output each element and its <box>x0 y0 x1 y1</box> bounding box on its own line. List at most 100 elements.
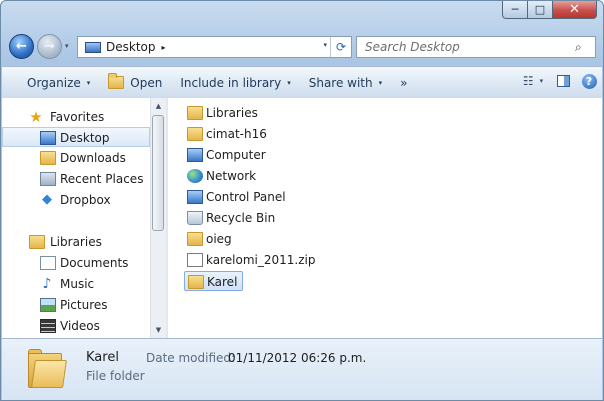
sidebar-libraries-header[interactable]: Libraries <box>2 232 150 252</box>
file-list: Libraries cimat-h16 Computer Network Con… <box>168 98 602 338</box>
sidebar-item-videos[interactable]: Videos <box>2 316 150 336</box>
search-icon[interactable]: ⌕ <box>575 40 589 54</box>
sidebar-item-documents[interactable]: Documents <box>2 253 150 273</box>
file-label: Control Panel <box>206 190 286 204</box>
sidebar-item-dropbox[interactable]: ◆ Dropbox <box>2 190 150 210</box>
sidebar-item-label: Downloads <box>60 151 126 165</box>
folder-icon <box>188 275 204 289</box>
details-pane: Karel File folder Date modified: 01/11/2… <box>2 338 602 400</box>
refresh-button[interactable]: ⟳ <box>330 37 351 57</box>
file-label: cimat-h16 <box>206 127 267 141</box>
details-modified-label: Date modified: <box>146 351 236 365</box>
scroll-down-button[interactable]: ▼ <box>151 322 166 338</box>
file-item-network[interactable]: Network <box>184 166 259 186</box>
views-icon: ☷ <box>522 74 534 88</box>
sidebar-item-downloads[interactable]: Downloads <box>2 148 150 168</box>
pictures-icon <box>40 298 56 312</box>
sidebar-favorites-header[interactable]: ★ Favorites <box>2 107 150 127</box>
folder-open-icon <box>108 73 125 89</box>
computer-icon <box>187 148 203 162</box>
command-toolbar: Organize ▾ Open Include in library ▾ Sha… <box>2 66 602 99</box>
chevron-down-icon: ▾ <box>287 78 291 87</box>
address-location[interactable]: Desktop <box>106 40 156 54</box>
file-label: Karel <box>207 275 238 289</box>
file-item-karel[interactable]: Karel <box>184 271 243 291</box>
libraries-icon <box>187 106 203 120</box>
more-commands-button[interactable]: » <box>391 72 416 94</box>
file-label: Network <box>206 169 257 183</box>
file-label: oieg <box>206 232 232 246</box>
navigation-bar: ← → ▾ Desktop ▸ ▾ ⟳ ⌕ <box>9 32 596 62</box>
sidebar-header-label: Libraries <box>50 235 102 249</box>
breadcrumb-arrow-icon[interactable]: ▸ <box>162 43 166 52</box>
sidebar-header-label: Favorites <box>50 110 105 124</box>
favorites-star-icon: ★ <box>29 108 43 126</box>
close-button[interactable]: ✕ <box>553 1 597 19</box>
file-item-cimat-h16[interactable]: cimat-h16 <box>184 124 267 144</box>
zip-file-icon <box>187 253 203 267</box>
sidebar-item-music[interactable]: ♪ Music <box>2 274 150 294</box>
address-history-dropdown[interactable]: ▾ <box>323 41 327 49</box>
file-item-karelomi-2011-zip[interactable]: karelomi_2011.zip <box>184 250 315 270</box>
file-item-recycle-bin[interactable]: Recycle Bin <box>184 208 275 228</box>
sidebar-item-label: Dropbox <box>60 193 111 207</box>
scrollbar-thumb[interactable] <box>152 115 164 231</box>
forward-button[interactable]: → <box>37 34 62 59</box>
preview-pane-icon <box>556 75 570 87</box>
recent-pages-dropdown[interactable]: ▾ <box>65 42 69 50</box>
user-folder-icon <box>187 127 203 141</box>
change-view-button[interactable]: ☷ ▾ <box>516 70 550 92</box>
details-item-type: File folder <box>86 369 145 383</box>
desktop-icon <box>85 41 101 53</box>
share-with-button[interactable]: Share with ▾ <box>300 72 391 94</box>
navigation-pane: ★ Favorites Desktop Downloads Recent Pla… <box>2 98 150 338</box>
address-bar[interactable]: Desktop ▸ ▾ ⟳ <box>77 36 352 58</box>
libraries-icon <box>29 235 45 249</box>
file-item-libraries[interactable]: Libraries <box>184 103 258 123</box>
sidebar-item-label: Documents <box>60 256 129 270</box>
back-button[interactable]: ← <box>9 34 34 59</box>
scroll-up-button[interactable]: ▲ <box>151 98 166 114</box>
videos-icon <box>40 319 56 333</box>
documents-icon <box>40 256 56 270</box>
main-content: ★ Favorites Desktop Downloads Recent Pla… <box>2 98 602 338</box>
search-box[interactable]: ⌕ <box>356 36 596 58</box>
file-item-computer[interactable]: Computer <box>184 145 266 165</box>
sidebar-item-desktop[interactable]: Desktop <box>2 127 150 147</box>
more-commands-icon: » <box>400 75 408 90</box>
sidebar-item-label: Videos <box>60 319 100 333</box>
preview-pane-button[interactable] <box>550 70 576 92</box>
sidebar-item-label: Pictures <box>60 298 108 312</box>
desktop-icon <box>40 131 56 145</box>
include-in-library-button[interactable]: Include in library ▾ <box>171 72 299 94</box>
sidebar-item-label: Recent Places <box>60 172 144 186</box>
minimize-button[interactable]: ─ <box>502 1 528 19</box>
network-icon <box>187 169 203 183</box>
help-button[interactable]: ? <box>576 70 602 92</box>
details-modified-value: 01/11/2012 06:26 p.m. <box>228 351 367 365</box>
file-label: karelomi_2011.zip <box>206 253 316 267</box>
toolbar-right-group: ☷ ▾ ? <box>516 70 602 92</box>
sidebar-item-pictures[interactable]: Pictures <box>2 295 150 315</box>
search-input[interactable] <box>363 39 567 55</box>
window-caption-buttons: ─ □ ✕ <box>502 1 597 21</box>
include-in-library-label: Include in library <box>180 75 282 90</box>
file-item-oieg[interactable]: oieg <box>184 229 239 249</box>
open-button[interactable]: Open <box>99 72 171 94</box>
details-item-name: Karel <box>86 350 119 365</box>
sidebar-item-recent-places[interactable]: Recent Places <box>2 169 150 189</box>
file-item-control-panel[interactable]: Control Panel <box>184 187 286 207</box>
organize-button[interactable]: Organize ▾ <box>18 72 99 94</box>
file-label: Computer <box>206 148 266 162</box>
recycle-bin-icon <box>187 211 203 225</box>
open-label: Open <box>130 75 163 90</box>
navigation-pane-scrollbar[interactable]: ▲ ▼ <box>150 98 166 338</box>
share-with-label: Share with <box>308 75 373 90</box>
file-label: Libraries <box>206 106 258 120</box>
chevron-down-icon: ▾ <box>378 78 383 87</box>
chevron-down-icon: ▾ <box>539 77 544 85</box>
large-folder-icon <box>28 348 67 388</box>
maximize-button[interactable]: □ <box>528 1 553 19</box>
downloads-folder-icon <box>40 151 56 165</box>
organize-label: Organize <box>27 75 81 90</box>
